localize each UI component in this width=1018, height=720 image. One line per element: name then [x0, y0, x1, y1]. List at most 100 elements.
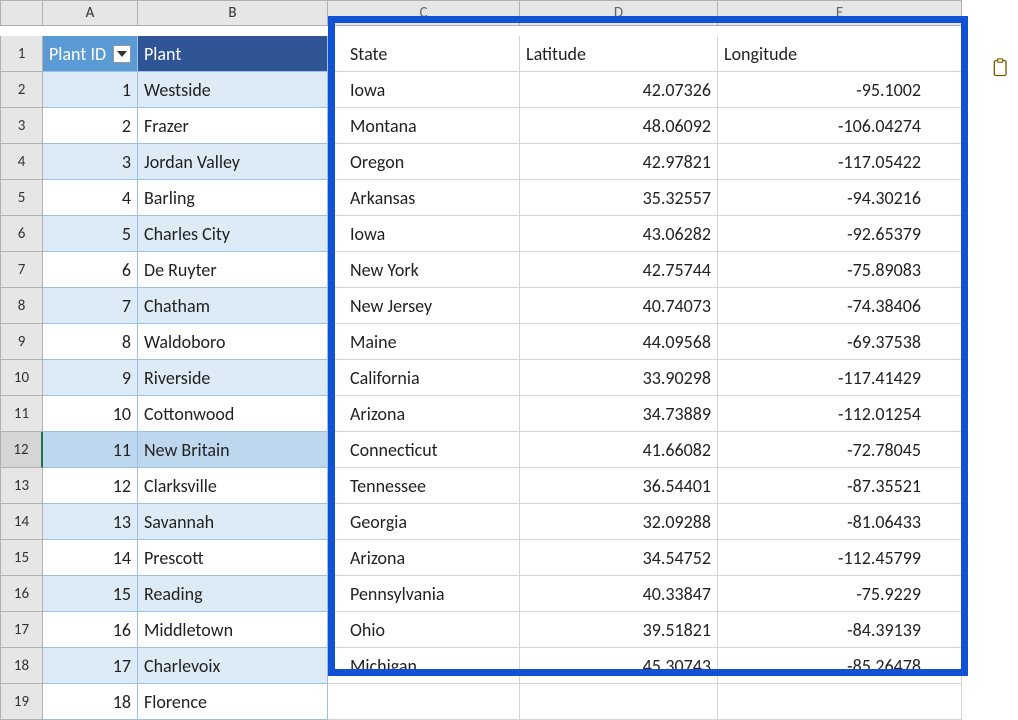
cell-plant[interactable]: Barling — [138, 180, 328, 216]
row-header-7[interactable]: 7 — [0, 252, 43, 288]
cell-plant-id[interactable]: 16 — [43, 612, 138, 648]
table-header-plant[interactable]: Plant — [138, 36, 328, 72]
cell-plant[interactable]: Savannah — [138, 504, 328, 540]
cell-state[interactable]: Iowa — [328, 72, 520, 108]
column-header-D[interactable]: D — [520, 0, 718, 26]
cell-plant-id[interactable]: 13 — [43, 504, 138, 540]
cell-longitude[interactable]: -84.39139 — [718, 612, 962, 648]
cell-plant-id[interactable]: 7 — [43, 288, 138, 324]
row-header-19[interactable]: 19 — [0, 684, 43, 720]
column-header-C[interactable]: C — [328, 0, 520, 26]
row-header-17[interactable]: 17 — [0, 612, 43, 648]
cell-state[interactable]: Connecticut — [328, 432, 520, 468]
paste-options-icon[interactable] — [990, 56, 1012, 80]
cell-state[interactable]: Arizona — [328, 396, 520, 432]
row-header-3[interactable]: 3 — [0, 108, 43, 144]
cell-plant[interactable]: Waldoboro — [138, 324, 328, 360]
cell-latitude[interactable] — [520, 684, 718, 720]
row-header-14[interactable]: 14 — [0, 504, 43, 540]
column-header-E[interactable]: E — [718, 0, 962, 26]
cell-longitude[interactable] — [718, 684, 962, 720]
cell-state[interactable]: Pennsylvania — [328, 576, 520, 612]
cell-latitude[interactable]: 39.51821 — [520, 612, 718, 648]
cell-latitude[interactable]: 45.30743 — [520, 648, 718, 684]
cell-latitude[interactable]: 43.06282 — [520, 216, 718, 252]
cell-longitude[interactable]: -117.05422 — [718, 144, 962, 180]
cell-state[interactable]: Oregon — [328, 144, 520, 180]
cell-state[interactable]: Montana — [328, 108, 520, 144]
cell-latitude[interactable]: 42.97821 — [520, 144, 718, 180]
cell-plant[interactable]: De Ruyter — [138, 252, 328, 288]
cell-longitude[interactable]: -112.01254 — [718, 396, 962, 432]
cell-longitude[interactable]: -72.78045 — [718, 432, 962, 468]
row-header-1[interactable]: 1 — [0, 36, 43, 72]
table-header-latitude[interactable]: Latitude — [520, 36, 718, 72]
cell-plant[interactable]: Charlevoix — [138, 648, 328, 684]
cell-longitude[interactable]: -106.04274 — [718, 108, 962, 144]
table-header-plant-id[interactable]: Plant ID — [43, 36, 138, 72]
cell-longitude[interactable]: -85.26478 — [718, 648, 962, 684]
cell-longitude[interactable]: -74.38406 — [718, 288, 962, 324]
cell-plant-id[interactable]: 15 — [43, 576, 138, 612]
row-header-8[interactable]: 8 — [0, 288, 43, 324]
row-header-11[interactable]: 11 — [0, 396, 43, 432]
cell-plant[interactable]: Cottonwood — [138, 396, 328, 432]
cell-state[interactable]: Iowa — [328, 216, 520, 252]
cell-longitude[interactable]: -92.65379 — [718, 216, 962, 252]
cell-plant[interactable]: Florence — [138, 684, 328, 720]
cell-plant[interactable]: Westside — [138, 72, 328, 108]
cell-longitude[interactable]: -75.89083 — [718, 252, 962, 288]
cell-plant[interactable]: Middletown — [138, 612, 328, 648]
cell-state[interactable]: New York — [328, 252, 520, 288]
cell-plant[interactable]: Reading — [138, 576, 328, 612]
cell-longitude[interactable]: -87.35521 — [718, 468, 962, 504]
cell-plant-id[interactable]: 10 — [43, 396, 138, 432]
row-header-13[interactable]: 13 — [0, 468, 43, 504]
cell-plant[interactable]: Riverside — [138, 360, 328, 396]
cell-latitude[interactable]: 36.54401 — [520, 468, 718, 504]
filter-dropdown-icon[interactable] — [113, 45, 131, 63]
cell-longitude[interactable]: -112.45799 — [718, 540, 962, 576]
cell-latitude[interactable]: 40.74073 — [520, 288, 718, 324]
cell-plant-id[interactable]: 12 — [43, 468, 138, 504]
grid[interactable]: ABCDE1Plant IDPlantStateLatitudeLongitud… — [0, 0, 1018, 720]
row-header-9[interactable]: 9 — [0, 324, 43, 360]
column-header-A[interactable]: A — [43, 0, 138, 26]
cell-latitude[interactable]: 41.66082 — [520, 432, 718, 468]
cell-state[interactable]: Ohio — [328, 612, 520, 648]
cell-plant-id[interactable]: 14 — [43, 540, 138, 576]
row-header-2[interactable]: 2 — [0, 72, 43, 108]
cell-latitude[interactable]: 44.09568 — [520, 324, 718, 360]
table-header-longitude[interactable]: Longitude — [718, 36, 962, 72]
cell-plant-id[interactable]: 8 — [43, 324, 138, 360]
cell-latitude[interactable]: 42.75744 — [520, 252, 718, 288]
select-all-corner[interactable] — [0, 0, 43, 26]
cell-state[interactable]: Michigan — [328, 648, 520, 684]
cell-plant-id[interactable]: 6 — [43, 252, 138, 288]
cell-latitude[interactable]: 35.32557 — [520, 180, 718, 216]
table-header-state[interactable]: State — [328, 36, 520, 72]
cell-plant-id[interactable]: 11 — [43, 432, 138, 468]
cell-plant[interactable]: Chatham — [138, 288, 328, 324]
cell-plant[interactable]: Charles City — [138, 216, 328, 252]
row-header-6[interactable]: 6 — [0, 216, 43, 252]
cell-plant-id[interactable]: 9 — [43, 360, 138, 396]
cell-state[interactable]: California — [328, 360, 520, 396]
cell-state[interactable]: Arkansas — [328, 180, 520, 216]
row-header-15[interactable]: 15 — [0, 540, 43, 576]
row-header-16[interactable]: 16 — [0, 576, 43, 612]
cell-state[interactable]: Tennessee — [328, 468, 520, 504]
cell-longitude[interactable]: -95.1002 — [718, 72, 962, 108]
cell-longitude[interactable]: -94.30216 — [718, 180, 962, 216]
cell-state[interactable] — [328, 684, 520, 720]
cell-plant-id[interactable]: 17 — [43, 648, 138, 684]
cell-latitude[interactable]: 34.54752 — [520, 540, 718, 576]
cell-latitude[interactable]: 32.09288 — [520, 504, 718, 540]
cell-plant[interactable]: Jordan Valley — [138, 144, 328, 180]
cell-plant-id[interactable]: 2 — [43, 108, 138, 144]
row-header-5[interactable]: 5 — [0, 180, 43, 216]
row-header-18[interactable]: 18 — [0, 648, 43, 684]
cell-plant-id[interactable]: 5 — [43, 216, 138, 252]
cell-state[interactable]: Arizona — [328, 540, 520, 576]
cell-longitude[interactable]: -117.41429 — [718, 360, 962, 396]
